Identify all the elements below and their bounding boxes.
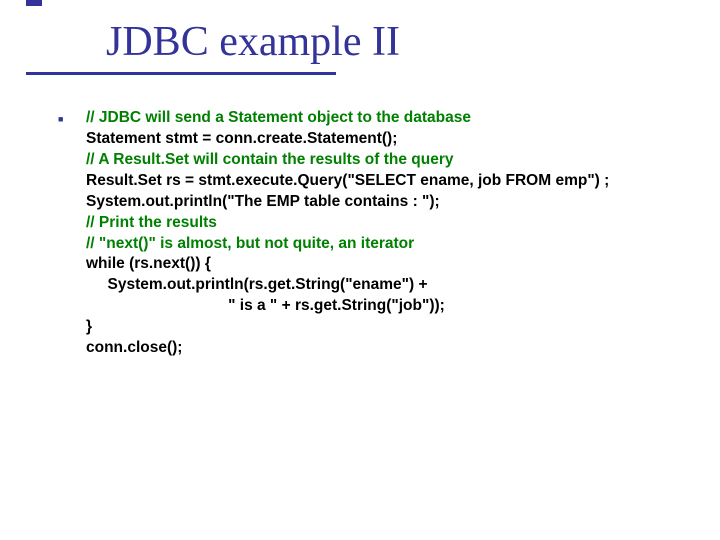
slide-body: ■ // JDBC will send a Statement object t… xyxy=(56,108,686,359)
code-line: conn.close(); xyxy=(86,339,182,356)
code-line: Result.Set rs = stmt.execute.Query("SELE… xyxy=(86,172,609,189)
bullet-item: ■ // JDBC will send a Statement object t… xyxy=(56,108,686,359)
code-line: // JDBC will send a Statement object to … xyxy=(86,109,471,126)
square-bullet-icon: ■ xyxy=(56,108,86,130)
title-wrap: JDBC example II xyxy=(106,18,400,66)
title-underline xyxy=(26,72,336,75)
code-line: Statement stmt = conn.create.Statement()… xyxy=(86,130,397,147)
slide-title: JDBC example II xyxy=(106,18,400,66)
code-line: // Print the results xyxy=(86,214,217,231)
code-line: System.out.println("The EMP table contai… xyxy=(86,193,440,210)
code-line: } xyxy=(86,318,92,335)
code-line: while (rs.next()) { xyxy=(86,255,211,272)
slide: JDBC example II ■ // JDBC will send a St… xyxy=(0,0,720,540)
code-line: // "next()" is almost, but not quite, an… xyxy=(86,235,414,252)
code-line: // A Result.Set will contain the results… xyxy=(86,151,453,168)
code-line: System.out.println(rs.get.String("ename"… xyxy=(86,276,428,293)
code-line: " is a " + rs.get.String("job")); xyxy=(86,297,445,314)
accent-bar xyxy=(26,0,42,6)
code-block: // JDBC will send a Statement object to … xyxy=(86,108,686,359)
